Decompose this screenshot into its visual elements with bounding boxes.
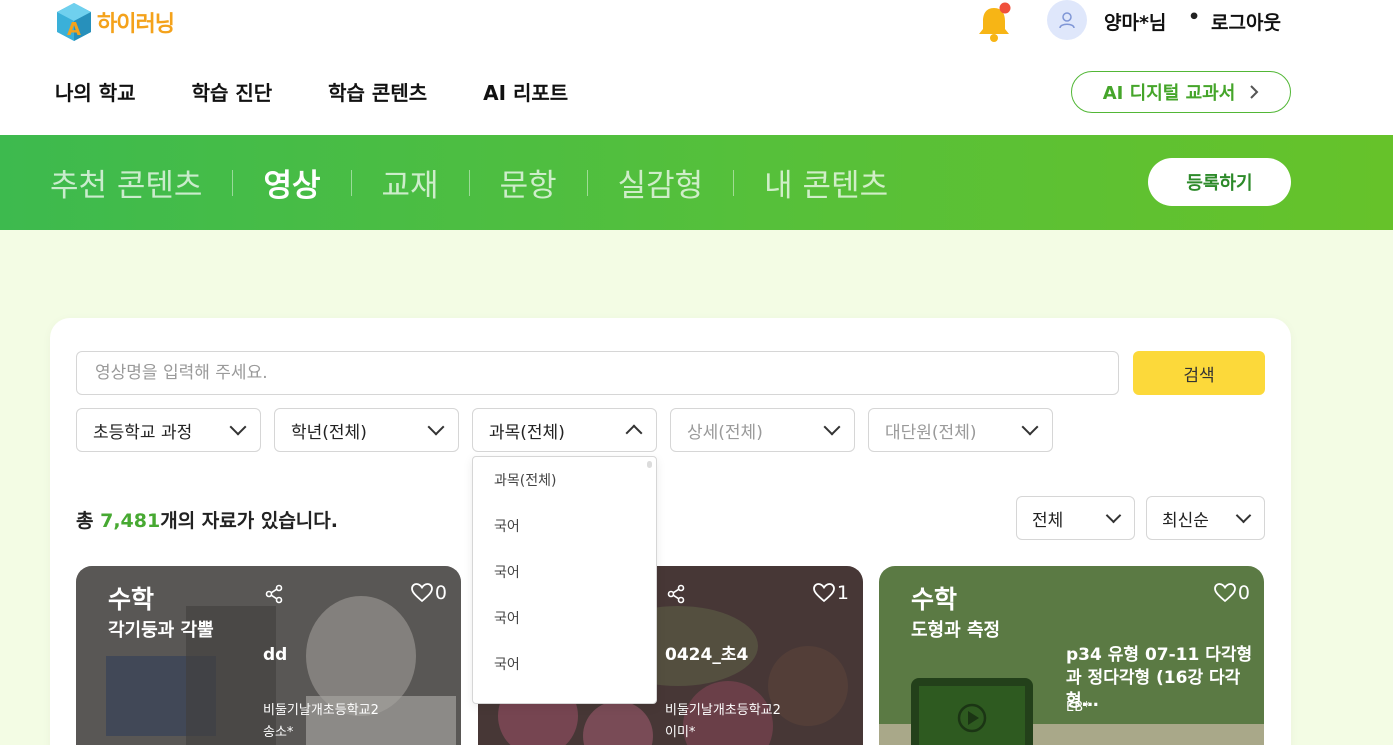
card-title: p34 유형 07-11 다각형과 정다각형 (16강 다각형…: [1066, 645, 1253, 711]
card-title: 0424_초4: [665, 645, 749, 665]
register-button[interactable]: 등록하기: [1148, 158, 1291, 206]
content-type-banner: 추천 콘텐츠 영상 교재 문항 실감형 내 콘텐츠 등록하기: [0, 135, 1393, 230]
order-select-value: 최신순: [1162, 510, 1209, 531]
chevron-up-icon: [625, 424, 643, 442]
ai-textbook-button[interactable]: AI 디지털 교과서: [1071, 71, 1291, 113]
tab-recommended[interactable]: 추천 콘텐츠: [50, 160, 202, 205]
card-author: EB*: [1066, 700, 1090, 715]
grade-select-value: 학년(전체): [291, 422, 367, 443]
content-card[interactable]: 수학 도형과 측정 0 p34 유형 07-11 다각형과 정다각형 (16강 …: [879, 566, 1264, 745]
subject-option[interactable]: 국어: [473, 503, 656, 549]
search-input[interactable]: [76, 351, 1119, 395]
main-nav: 나의 학교 학습 진단 학습 콘텐츠 AI 리포트: [55, 77, 624, 106]
like-count: 0: [434, 582, 447, 604]
card-school: 비둘기날개초등학교2: [263, 703, 379, 718]
tab-my-contents[interactable]: 내 콘텐츠: [764, 160, 888, 205]
like-button[interactable]: 0: [411, 582, 447, 604]
unit-select-value: 대단원(전체): [885, 422, 977, 443]
results-number: 7,481: [100, 510, 161, 532]
chevron-down-icon: [1235, 507, 1252, 523]
dropdown-scrollbar[interactable]: [647, 461, 652, 468]
card-subject: 수학: [108, 585, 155, 614]
tab-divider: [232, 169, 234, 196]
results-suffix: 개의 자료가 있습니다.: [160, 510, 338, 532]
detail-select-value: 상세(전체): [687, 422, 763, 443]
search-button[interactable]: 검색: [1133, 351, 1265, 395]
tab-divider: [733, 169, 735, 196]
chevron-down-icon: [427, 418, 445, 436]
card-unit: 각기둥과 각뿔: [108, 620, 214, 641]
results-prefix: 총: [76, 510, 101, 532]
card-unit: 도형과 측정: [911, 620, 1001, 641]
heart-icon: [411, 583, 433, 603]
detail-select[interactable]: 상세(전체): [670, 408, 855, 452]
chevron-down-icon: [229, 418, 247, 436]
tab-textbook[interactable]: 교재: [382, 160, 439, 205]
share-icon[interactable]: [666, 584, 686, 604]
subject-dropdown-menu: 과목(전체) 국어 국어 국어 국어: [472, 456, 657, 704]
chevron-right-icon: [1250, 85, 1259, 99]
content-panel: 검색 초등학교 과정 학년(전체) 과목(전체) 상세(전체) 대단원(전체) …: [50, 318, 1291, 745]
content-card[interactable]: 수학 각기둥과 각뿔 0 dd 비둘기날개초등학교2 송소*: [76, 566, 461, 745]
header-separator: •: [1188, 6, 1201, 28]
tab-divider: [468, 169, 470, 196]
heart-icon: [1214, 583, 1236, 603]
heart-icon: [813, 583, 835, 603]
tab-questions[interactable]: 문항: [500, 160, 557, 205]
subject-select[interactable]: 과목(전체): [472, 408, 657, 452]
card-author: 이미*: [665, 725, 696, 740]
card-school: 비둘기날개초등학교2: [665, 703, 781, 718]
order-select[interactable]: 최신순: [1146, 496, 1265, 540]
chevron-down-icon: [823, 418, 841, 436]
chevron-down-icon: [1105, 507, 1122, 523]
like-button[interactable]: 1: [813, 582, 849, 604]
subject-option[interactable]: 국어: [473, 595, 656, 641]
notification-bell-icon[interactable]: [976, 2, 1012, 42]
like-count: 1: [836, 582, 849, 604]
logo-icon: A: [57, 3, 91, 41]
top-header: A 하이러닝 양마*님 • 로그아웃 나의 학교 학습 진단 학습 콘텐츠 AI…: [0, 0, 1393, 135]
tab-video[interactable]: 영상: [263, 160, 320, 205]
card-subject: 수학: [911, 585, 958, 614]
logo[interactable]: A 하이러닝: [55, 0, 175, 44]
tab-immersive[interactable]: 실감형: [618, 160, 704, 205]
content-tabs: 추천 콘텐츠 영상 교재 문항 실감형 내 콘텐츠: [50, 160, 888, 205]
like-button[interactable]: 0: [1214, 582, 1250, 604]
logout-link[interactable]: 로그아웃: [1211, 8, 1281, 35]
subject-option[interactable]: 국어: [473, 641, 656, 687]
grade-select[interactable]: 학년(전체): [274, 408, 459, 452]
svg-text:A: A: [67, 19, 81, 40]
nav-learning-diagnosis[interactable]: 학습 진단: [192, 77, 273, 106]
scope-select[interactable]: 전체: [1016, 496, 1135, 540]
tab-divider: [586, 169, 588, 196]
subject-option[interactable]: 국어: [473, 549, 656, 595]
subject-option[interactable]: 과목(전체): [473, 457, 656, 503]
curriculum-select-value: 초등학교 과정: [93, 422, 193, 443]
results-count: 총 7,481개의 자료가 있습니다.: [76, 506, 338, 533]
tab-divider: [350, 169, 352, 196]
unit-select[interactable]: 대단원(전체): [868, 408, 1053, 452]
nav-ai-report[interactable]: AI 리포트: [483, 77, 568, 106]
like-count: 0: [1237, 582, 1250, 604]
card-title: dd: [263, 645, 288, 665]
share-icon[interactable]: [264, 584, 284, 604]
user-icon: [1059, 12, 1075, 29]
ai-textbook-label: AI 디지털 교과서: [1102, 83, 1236, 104]
curriculum-select[interactable]: 초등학교 과정: [76, 408, 261, 452]
card-author: 송소*: [263, 725, 294, 740]
scope-select-value: 전체: [1032, 510, 1064, 531]
nav-my-school[interactable]: 나의 학교: [55, 77, 136, 106]
subject-select-value: 과목(전체): [489, 422, 565, 443]
user-name: 양마*님: [1104, 12, 1167, 34]
logo-text: 하이러닝: [97, 12, 175, 37]
chevron-down-icon: [1021, 418, 1039, 436]
nav-learning-contents[interactable]: 학습 콘텐츠: [328, 77, 427, 106]
avatar[interactable]: [1047, 0, 1087, 40]
